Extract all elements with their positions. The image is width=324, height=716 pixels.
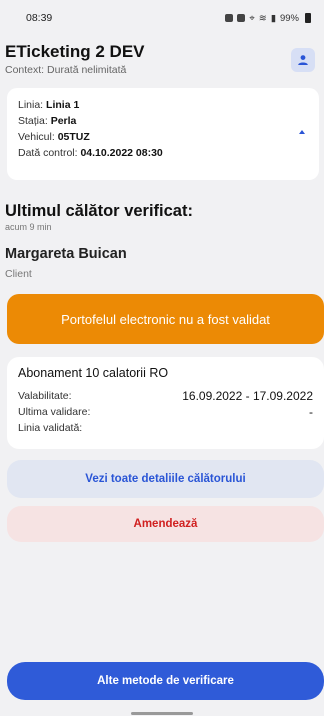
status-bar: 08:39 ⌖ ≋ ▮ 99% (0, 0, 324, 36)
wifi-icon: ≋ (258, 12, 267, 24)
validated-line-row: Linia validată: (18, 420, 313, 436)
vehicle-label: Vehicul: (18, 131, 55, 143)
last-validation-value: - (309, 405, 313, 419)
control-date-label: Dată control: (18, 147, 78, 159)
user-icon (298, 55, 308, 65)
signal-icon: ▮ (270, 12, 276, 24)
app-title: ETicketing 2 DEV (5, 42, 145, 61)
location-icon: ⌖ (249, 12, 255, 24)
subscription-card: Abonament 10 calatorii RO Valabilitate: … (7, 357, 324, 449)
control-date-value: 04.10.2022 08:30 (80, 147, 163, 159)
notification-icon-2 (237, 14, 246, 22)
subscription-title: Abonament 10 calatorii RO (18, 366, 169, 380)
status-icons: ⌖ ≋ ▮ 99% (225, 13, 311, 24)
fine-button[interactable]: Amendează (7, 506, 324, 542)
control-info-card[interactable]: Linia: Linia 1 Stația: Perla Vehicul: 05… (7, 88, 319, 180)
vehicle-row: Vehicul: 05TUZ (18, 129, 308, 145)
vehicle-value: 05TUZ (57, 131, 90, 143)
status-time: 08:39 (26, 12, 53, 24)
view-details-button[interactable]: Vezi toate detaliile călătorului (7, 460, 324, 498)
station-label: Stația: (18, 115, 48, 127)
notification-icon (225, 14, 234, 22)
profile-button[interactable] (291, 48, 315, 72)
traveler-role: Client (5, 268, 32, 280)
validity-value: 16.09.2022 - 17.09.2022 (182, 389, 313, 403)
station-value: Perla (50, 115, 77, 127)
last-traveler-time: acum 9 min (5, 222, 52, 232)
battery-icon (305, 13, 311, 23)
context-label: Context: Durată nelimitată (5, 64, 127, 76)
last-traveler-heading: Ultimul călător verificat: (5, 202, 193, 220)
last-validation-label: Ultima validare: (18, 406, 91, 418)
validity-row: Valabilitate: 16.09.2022 - 17.09.2022 (18, 388, 313, 404)
validated-line-label: Linia validată: (18, 422, 83, 434)
control-date-row: Dată control: 04.10.2022 08:30 (18, 145, 308, 161)
validity-label: Valabilitate: (18, 390, 72, 402)
line-label: Linia: (18, 99, 44, 111)
battery-percent: 99% (279, 12, 299, 24)
other-methods-button[interactable]: Alte metode de verificare (7, 662, 324, 700)
station-row: Stația: Perla (18, 113, 308, 129)
last-validation-row: Ultima validare: - (18, 404, 313, 420)
app-header: ETicketing 2 DEV Context: Durată nelimit… (5, 42, 319, 76)
home-indicator[interactable] (131, 712, 193, 715)
traveler-name: Margareta Buican (5, 246, 127, 262)
line-value: Linia 1 (46, 99, 80, 111)
wallet-status-banner: Portofelul electronic nu a fost validat (7, 294, 324, 344)
chevron-up-icon[interactable] (299, 130, 305, 134)
line-row: Linia: Linia 1 (18, 97, 308, 113)
